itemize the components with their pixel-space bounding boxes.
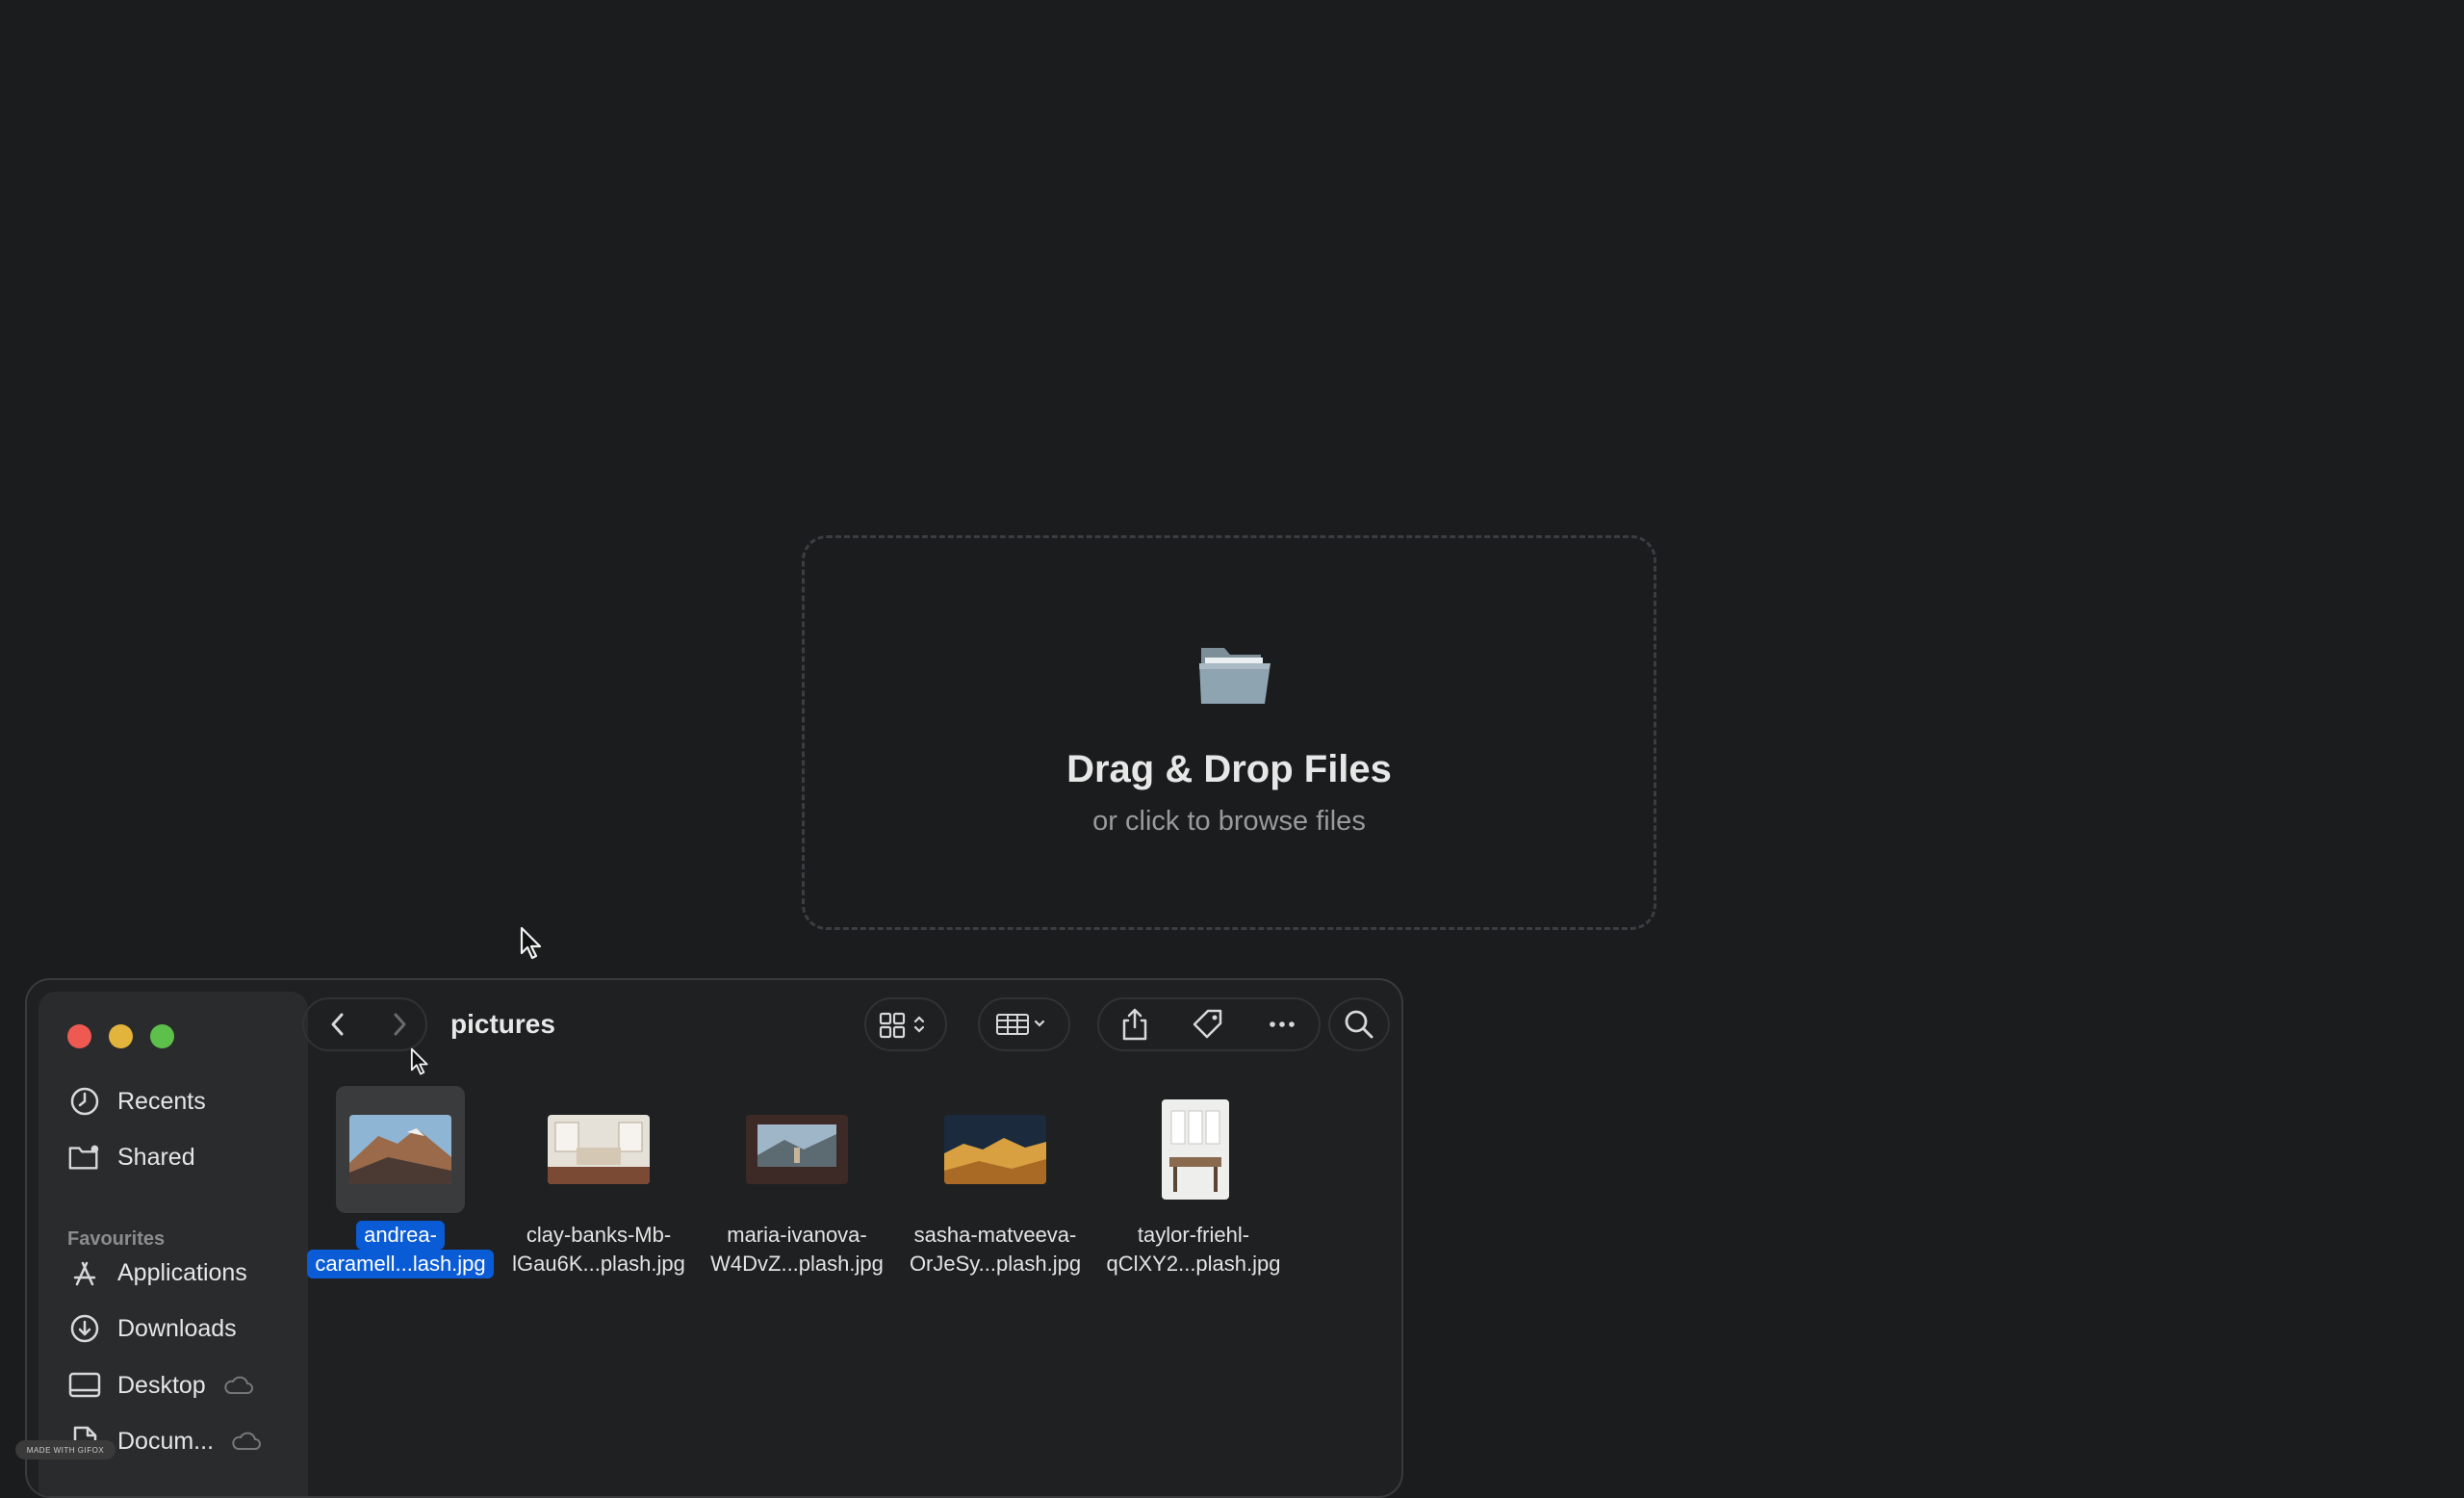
group-icon (996, 1014, 1045, 1035)
sidebar-section-favourites: Favourites (67, 1228, 166, 1250)
file-item[interactable]: andrea-caramell...lash.jpg (304, 1086, 497, 1278)
view-mode-button[interactable] (864, 997, 947, 1051)
finder-window: Recents Shared Favourites Applications D… (25, 978, 1403, 1498)
file-name: maria-ivanova- W4DvZ...plash.jpg (710, 1223, 884, 1276)
image-thumbnail (349, 1115, 451, 1184)
mouse-cursor-icon (410, 1047, 428, 1075)
mouse-cursor-icon (520, 926, 542, 960)
file-name: sasha-matveeva- OrJeSy...plash.jpg (909, 1223, 1082, 1276)
drop-zone-subtitle: or click to browse files (1092, 806, 1366, 837)
sidebar-item-label: Desktop (117, 1371, 206, 1399)
cloud-icon (232, 1432, 261, 1450)
applications-icon (67, 1255, 102, 1290)
zoom-window-button[interactable] (150, 1024, 174, 1048)
sidebar-item-desktop[interactable]: Desktop (67, 1366, 254, 1405)
shared-folder-icon (67, 1140, 102, 1175)
file-item[interactable]: taylor-friehl-qClXY2...plash.jpg (1097, 1086, 1290, 1278)
tag-icon[interactable] (1191, 1007, 1225, 1042)
image-thumbnail (548, 1115, 650, 1184)
chevron-left-icon[interactable] (323, 1009, 354, 1040)
finder-sidebar: Recents Shared Favourites Applications D… (38, 992, 308, 1496)
drop-zone[interactable]: Drag & Drop Files or click to browse fil… (802, 535, 1656, 930)
close-window-button[interactable] (67, 1024, 91, 1048)
cloud-icon (224, 1376, 253, 1394)
navigation-buttons (302, 997, 427, 1051)
sidebar-item-shared[interactable]: Shared (67, 1138, 195, 1176)
download-icon (67, 1311, 102, 1346)
sidebar-item-label: Shared (117, 1143, 195, 1171)
file-name: clay-banks-Mb-lGau6K...plash.jpg (512, 1223, 685, 1276)
file-item[interactable]: maria-ivanova- W4DvZ...plash.jpg (701, 1086, 893, 1278)
sidebar-item-label: Applications (117, 1258, 247, 1286)
image-thumbnail (746, 1115, 848, 1184)
file-thumbnail (931, 1086, 1060, 1213)
search-icon (1345, 1010, 1373, 1039)
file-thumbnail (534, 1086, 663, 1213)
sidebar-item-recents[interactable]: Recents (67, 1082, 206, 1121)
desktop-icon (67, 1368, 102, 1403)
sidebar-item-downloads[interactable]: Downloads (67, 1309, 237, 1348)
folder-title: pictures (450, 1009, 555, 1039)
more-icon[interactable] (1265, 1007, 1299, 1042)
sidebar-item-label: Downloads (117, 1314, 237, 1342)
clock-icon (67, 1084, 102, 1119)
minimize-window-button[interactable] (109, 1024, 133, 1048)
file-name: andrea-caramell...lash.jpg (304, 1221, 497, 1278)
search-button[interactable] (1328, 997, 1390, 1051)
file-item[interactable]: clay-banks-Mb-lGau6K...plash.jpg (502, 1086, 695, 1278)
file-name: taylor-friehl-qClXY2...plash.jpg (1106, 1223, 1281, 1276)
sidebar-item-applications[interactable]: Applications (67, 1253, 247, 1292)
chevron-right-icon[interactable] (383, 1009, 414, 1040)
file-thumbnail (732, 1086, 861, 1213)
grid-view-icon (879, 1012, 925, 1039)
sidebar-item-label: Recents (117, 1087, 206, 1115)
sidebar-item-label: Docum... (117, 1427, 215, 1455)
file-thumbnail (1129, 1086, 1258, 1213)
watermark: MADE WITH GIFOX (15, 1440, 116, 1459)
image-thumbnail (1162, 1099, 1229, 1200)
file-thumbnail (336, 1086, 465, 1213)
drop-zone-title: Drag & Drop Files (1066, 748, 1392, 790)
folder-icon (1199, 648, 1270, 704)
file-item[interactable]: sasha-matveeva- OrJeSy...plash.jpg (899, 1086, 1091, 1278)
share-icon[interactable] (1118, 1007, 1151, 1042)
image-thumbnail (944, 1115, 1046, 1184)
actions-group (1097, 997, 1321, 1051)
group-by-button[interactable] (978, 997, 1070, 1051)
